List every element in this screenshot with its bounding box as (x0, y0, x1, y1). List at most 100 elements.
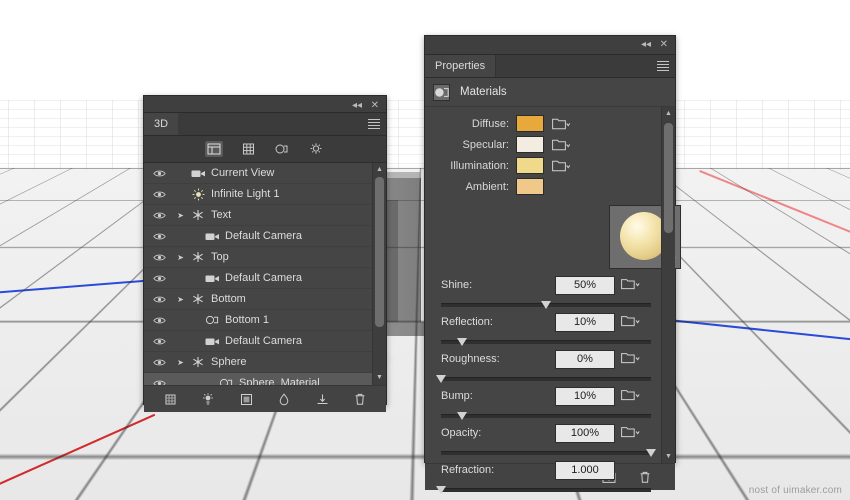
expand-arrow-icon[interactable]: ➤ (174, 253, 187, 262)
panel-menu-icon[interactable] (368, 119, 380, 129)
texture-menu-button[interactable] (551, 158, 570, 173)
scroll-up-arrow[interactable]: ▲ (376, 166, 383, 174)
visibility-eye-icon[interactable] (152, 337, 166, 346)
properties-titlebar[interactable]: ◂◂ ✕ (425, 36, 675, 55)
properties-scrollbar[interactable]: ▲ ▼ (661, 107, 675, 463)
visibility-toggle[interactable] (144, 358, 174, 367)
slider-track[interactable] (441, 340, 651, 344)
close-icon[interactable]: ✕ (371, 100, 379, 112)
slider-value-field[interactable]: 1.000 (555, 461, 615, 480)
slider-knob[interactable] (436, 486, 446, 494)
material-color-swatch[interactable] (516, 157, 544, 174)
scene-row[interactable]: ➤ Sphere (144, 352, 386, 373)
scene-row[interactable]: Sphere_Material (144, 373, 386, 385)
visibility-toggle[interactable] (144, 337, 174, 346)
paint-falloff-button[interactable] (276, 391, 292, 407)
panel-menu-icon[interactable] (657, 61, 669, 71)
3d-panel[interactable]: ◂◂ ✕ 3D Current View Infinite Light 1 ➤ … (143, 95, 387, 412)
scene-row[interactable]: Default Camera (144, 268, 386, 289)
visibility-toggle[interactable] (144, 232, 174, 241)
texture-menu-icon[interactable] (621, 351, 640, 365)
scene-row[interactable]: Infinite Light 1 (144, 184, 386, 205)
slider-track[interactable] (441, 451, 651, 455)
delete-material-button[interactable] (637, 469, 653, 485)
texture-menu-icon[interactable] (621, 388, 640, 402)
texture-menu-icon[interactable] (621, 425, 640, 439)
slider-value-field[interactable]: 100% (555, 424, 615, 443)
filter-light-button[interactable] (307, 141, 325, 157)
visibility-eye-icon[interactable] (152, 253, 166, 262)
new-light-button[interactable] (200, 391, 216, 407)
slider-track[interactable] (441, 488, 651, 492)
visibility-toggle[interactable] (144, 295, 174, 304)
visibility-eye-icon[interactable] (152, 211, 166, 220)
material-color-swatch[interactable] (516, 115, 544, 132)
new-mesh-button[interactable] (162, 391, 178, 407)
visibility-eye-icon[interactable] (152, 379, 166, 386)
scene-list[interactable]: Current View Infinite Light 1 ➤ Text Default… (144, 163, 386, 385)
ground-plane-button[interactable] (314, 391, 330, 407)
visibility-toggle[interactable] (144, 316, 174, 325)
texture-menu-icon[interactable] (551, 117, 570, 131)
texture-menu-button[interactable] (621, 277, 640, 292)
scroll-up-arrow[interactable]: ▲ (665, 110, 672, 117)
visibility-eye-icon[interactable] (152, 358, 166, 367)
visibility-eye-icon[interactable] (152, 190, 166, 199)
slider-value-field[interactable]: 10% (555, 387, 615, 406)
slider-knob[interactable] (541, 301, 551, 309)
material-color-swatch[interactable] (516, 136, 544, 153)
slider-knob[interactable] (457, 412, 467, 420)
3d-panel-titlebar[interactable]: ◂◂ ✕ (144, 96, 386, 113)
texture-menu-icon[interactable] (621, 277, 640, 291)
visibility-toggle[interactable] (144, 190, 174, 199)
visibility-eye-icon[interactable] (152, 274, 166, 283)
close-icon[interactable]: ✕ (660, 39, 668, 51)
texture-menu-icon[interactable] (551, 138, 570, 152)
scene-row[interactable]: ➤ Top (144, 247, 386, 268)
visibility-eye-icon[interactable] (152, 169, 166, 178)
tab-properties[interactable]: Properties (425, 55, 497, 77)
slider-knob[interactable] (436, 375, 446, 383)
texture-menu-icon[interactable] (551, 159, 570, 173)
material-color-swatch[interactable] (516, 178, 544, 195)
slider-knob[interactable] (646, 449, 656, 457)
scene-row[interactable]: Bottom 1 (144, 310, 386, 331)
visibility-toggle[interactable] (144, 211, 174, 220)
visibility-eye-icon[interactable] (152, 316, 166, 325)
slider-track[interactable] (441, 377, 651, 381)
texture-menu-button[interactable] (621, 388, 640, 403)
texture-menu-button[interactable] (621, 314, 640, 329)
texture-menu-icon[interactable] (621, 314, 640, 328)
delete-button[interactable] (352, 391, 368, 407)
filter-scene-button[interactable] (205, 141, 223, 157)
visibility-toggle[interactable] (144, 379, 174, 386)
properties-panel[interactable]: ◂◂ ✕ Properties Materials Diffuse: Specul… (424, 35, 681, 494)
visibility-eye-icon[interactable] (152, 232, 166, 241)
texture-menu-button[interactable] (621, 425, 640, 440)
scene-row[interactable]: Default Camera (144, 331, 386, 352)
visibility-toggle[interactable] (144, 274, 174, 283)
texture-menu-button[interactable] (621, 351, 640, 366)
collapse-icon[interactable]: ◂◂ (641, 39, 651, 51)
collapse-icon[interactable]: ◂◂ (352, 100, 362, 112)
slider-value-field[interactable]: 10% (555, 313, 615, 332)
scroll-down-arrow[interactable]: ▼ (665, 453, 672, 460)
slider-value-field[interactable]: 0% (555, 350, 615, 369)
slider-knob[interactable] (457, 338, 467, 346)
visibility-eye-icon[interactable] (152, 295, 166, 304)
scene-row[interactable]: ➤ Bottom (144, 289, 386, 310)
visibility-toggle[interactable] (144, 253, 174, 262)
texture-menu-button[interactable] (551, 116, 570, 131)
scrollbar-thumb[interactable] (375, 177, 384, 327)
expand-arrow-icon[interactable]: ➤ (174, 211, 187, 220)
scrollbar-thumb[interactable] (664, 123, 673, 233)
scene-list-scrollbar[interactable]: ▲ ▼ (372, 163, 386, 385)
render-button[interactable] (238, 391, 254, 407)
filter-mesh-button[interactable] (239, 141, 257, 157)
expand-arrow-icon[interactable]: ➤ (174, 295, 187, 304)
scroll-down-arrow[interactable]: ▼ (376, 374, 383, 382)
filter-material-button[interactable] (273, 141, 291, 157)
texture-menu-button[interactable] (551, 137, 570, 152)
visibility-toggle[interactable] (144, 169, 174, 178)
scene-row[interactable]: Current View (144, 163, 386, 184)
